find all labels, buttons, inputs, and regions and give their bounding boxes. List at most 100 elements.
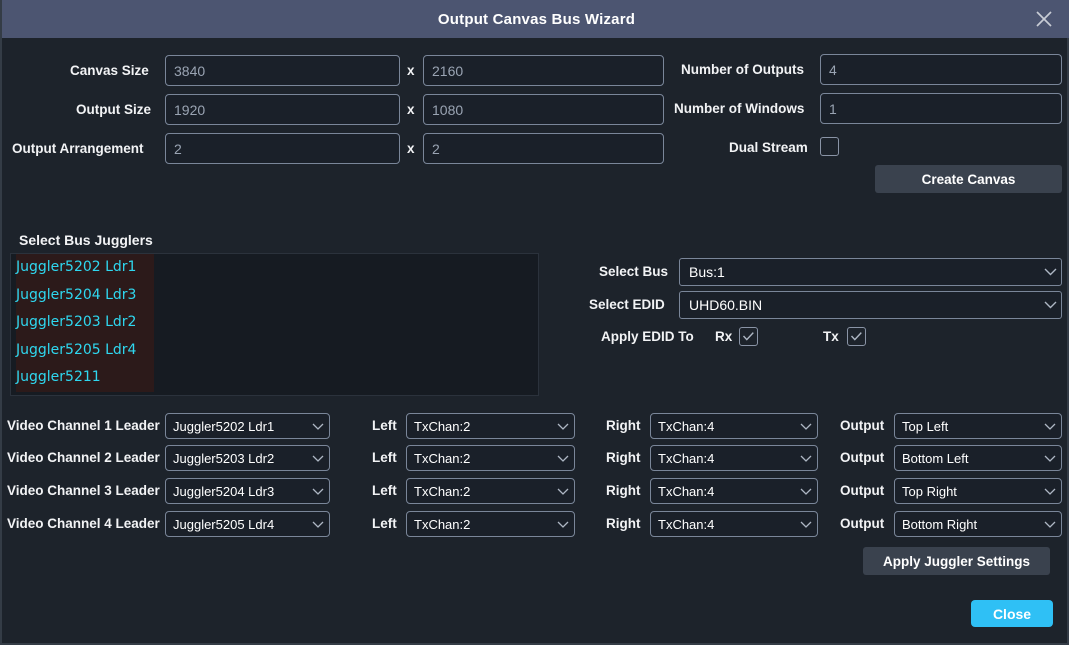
window-title: Output Canvas Bus Wizard [437,10,636,28]
list-item[interactable]: Juggler5205 Ldr4 [11,336,538,365]
select-edid-dropdown[interactable]: UHD60.BIN [679,291,1062,319]
video-channel-4-leader-label: Video Channel 4 Leader [7,516,160,531]
video-channel-3-leader-label: Video Channel 3 Leader [7,483,160,498]
rx-label: Rx [715,329,733,344]
video-channel-4-output-dropdown[interactable]: Bottom Right [894,511,1062,537]
video-channel-2-leader-label: Video Channel 2 Leader [7,450,160,465]
chevron-down-icon [307,423,329,430]
video-channel-3-right-value: TxChan:4 [658,483,715,499]
video-channel-2-right-label: Right [606,450,641,465]
video-channel-2-output-label: Output [840,450,885,465]
select-bus-value: Bus:1 [689,264,725,280]
video-channel-3-right-label: Right [606,483,641,498]
chevron-down-icon [552,423,574,430]
video-channel-2-left-label: Left [372,450,397,465]
select-bus-label: Select Bus [599,264,669,279]
apply-juggler-settings-button[interactable]: Apply Juggler Settings [863,547,1050,575]
chevron-down-icon [307,455,329,462]
select-edid-label: Select EDID [589,297,665,312]
video-channel-4-leader-value: Juggler5205 Ldr4 [173,516,275,532]
close-button[interactable]: Close [971,600,1053,627]
output-height-input[interactable] [423,94,664,125]
video-channel-1-left-label: Left [372,418,397,433]
video-channel-3-leader-dropdown[interactable]: Juggler5204 Ldr3 [165,478,330,504]
arrangement-multiply-symbol: x [407,141,415,156]
canvas-height-input[interactable] [423,55,664,86]
video-channel-4-output-label: Output [840,516,885,531]
video-channel-4-output-value: Bottom Right [902,516,978,532]
chevron-down-icon [1039,488,1061,495]
list-item-label: Juggler5202 Ldr1 [16,254,154,282]
close-icon[interactable] [1025,0,1063,38]
video-channel-3-output-value: Top Right [902,483,957,499]
list-item[interactable]: Juggler5211 [11,364,538,392]
chevron-down-icon [795,521,817,528]
video-channel-1-leader-label: Video Channel 1 Leader [7,418,160,433]
canvas-size-multiply-symbol: x [407,63,415,78]
video-channel-1-right-value: TxChan:4 [658,418,715,434]
title-bar[interactable]: Output Canvas Bus Wizard [2,0,1069,38]
video-channel-1-right-dropdown[interactable]: TxChan:4 [650,413,818,439]
video-channel-1-leader-value: Juggler5202 Ldr1 [173,418,275,434]
number-of-outputs-input[interactable] [820,54,1062,85]
tx-checkbox[interactable] [847,327,866,346]
video-channel-2-left-dropdown[interactable]: TxChan:2 [406,445,575,471]
arrangement-columns-input[interactable] [165,133,400,164]
select-bus-dropdown[interactable]: Bus:1 [679,258,1062,286]
video-channel-2-right-dropdown[interactable]: TxChan:4 [650,445,818,471]
video-channel-2-leader-dropdown[interactable]: Juggler5203 Ldr2 [165,445,330,471]
video-channel-2-left-value: TxChan:2 [414,450,471,466]
video-channel-1-output-dropdown[interactable]: Top Left [894,413,1062,439]
video-channel-4-right-dropdown[interactable]: TxChan:4 [650,511,818,537]
video-channel-4-leader-dropdown[interactable]: Juggler5205 Ldr4 [165,511,330,537]
rx-checkbox[interactable] [739,327,758,346]
list-item-label: Juggler5203 Ldr2 [16,309,154,337]
chevron-down-icon [552,455,574,462]
video-channel-3-left-value: TxChan:2 [414,483,471,499]
create-canvas-button[interactable]: Create Canvas [875,165,1062,193]
output-size-multiply-symbol: x [407,102,415,117]
list-item-label: Juggler5204 Ldr3 [16,281,154,310]
video-channel-2-leader-value: Juggler5203 Ldr2 [173,450,275,466]
bus-jugglers-list[interactable]: Juggler5202 Ldr1 Juggler5204 Ldr3 Juggle… [10,253,539,396]
video-channel-2-output-value: Bottom Left [902,450,969,466]
chevron-down-icon [552,488,574,495]
list-item[interactable]: Juggler5203 Ldr2 [11,309,538,337]
chevron-down-icon [307,488,329,495]
select-bus-jugglers-label: Select Bus Jugglers [19,232,153,248]
video-channel-1-left-value: TxChan:2 [414,418,471,434]
dual-stream-label: Dual Stream [729,140,808,155]
video-channel-2-output-dropdown[interactable]: Bottom Left [894,445,1062,471]
output-size-label: Output Size [76,102,151,117]
list-item[interactable]: Juggler5204 Ldr3 [11,281,538,310]
video-channel-4-left-dropdown[interactable]: TxChan:2 [406,511,575,537]
video-channel-3-output-dropdown[interactable]: Top Right [894,478,1062,504]
video-channel-3-right-dropdown[interactable]: TxChan:4 [650,478,818,504]
tx-label: Tx [823,329,839,344]
video-channel-1-left-dropdown[interactable]: TxChan:2 [406,413,575,439]
list-item-label: Juggler5211 [16,364,154,392]
arrangement-rows-input[interactable] [423,133,664,164]
video-channel-4-right-value: TxChan:4 [658,516,715,532]
output-width-input[interactable] [165,94,400,125]
video-channel-1-output-label: Output [840,418,885,433]
number-of-windows-input[interactable] [820,93,1062,124]
video-channel-3-left-label: Left [372,483,397,498]
apply-edid-to-label: Apply EDID To [601,329,694,344]
video-channel-2-right-value: TxChan:4 [658,450,715,466]
chevron-down-icon [1039,268,1061,276]
chevron-down-icon [1039,301,1061,309]
canvas-size-label: Canvas Size [70,63,149,78]
dual-stream-checkbox[interactable] [820,137,839,156]
video-channel-4-left-label: Left [372,516,397,531]
number-of-outputs-label: Number of Outputs [681,62,804,77]
chevron-down-icon [1039,423,1061,430]
chevron-down-icon [1039,455,1061,462]
canvas-width-input[interactable] [165,55,400,86]
number-of-windows-label: Number of Windows [674,101,805,116]
video-channel-3-leader-value: Juggler5204 Ldr3 [173,483,275,499]
list-item[interactable]: Juggler5202 Ldr1 [11,254,538,282]
output-arrangement-label: Output Arrangement [12,141,144,156]
video-channel-1-leader-dropdown[interactable]: Juggler5202 Ldr1 [165,413,330,439]
video-channel-3-left-dropdown[interactable]: TxChan:2 [406,478,575,504]
